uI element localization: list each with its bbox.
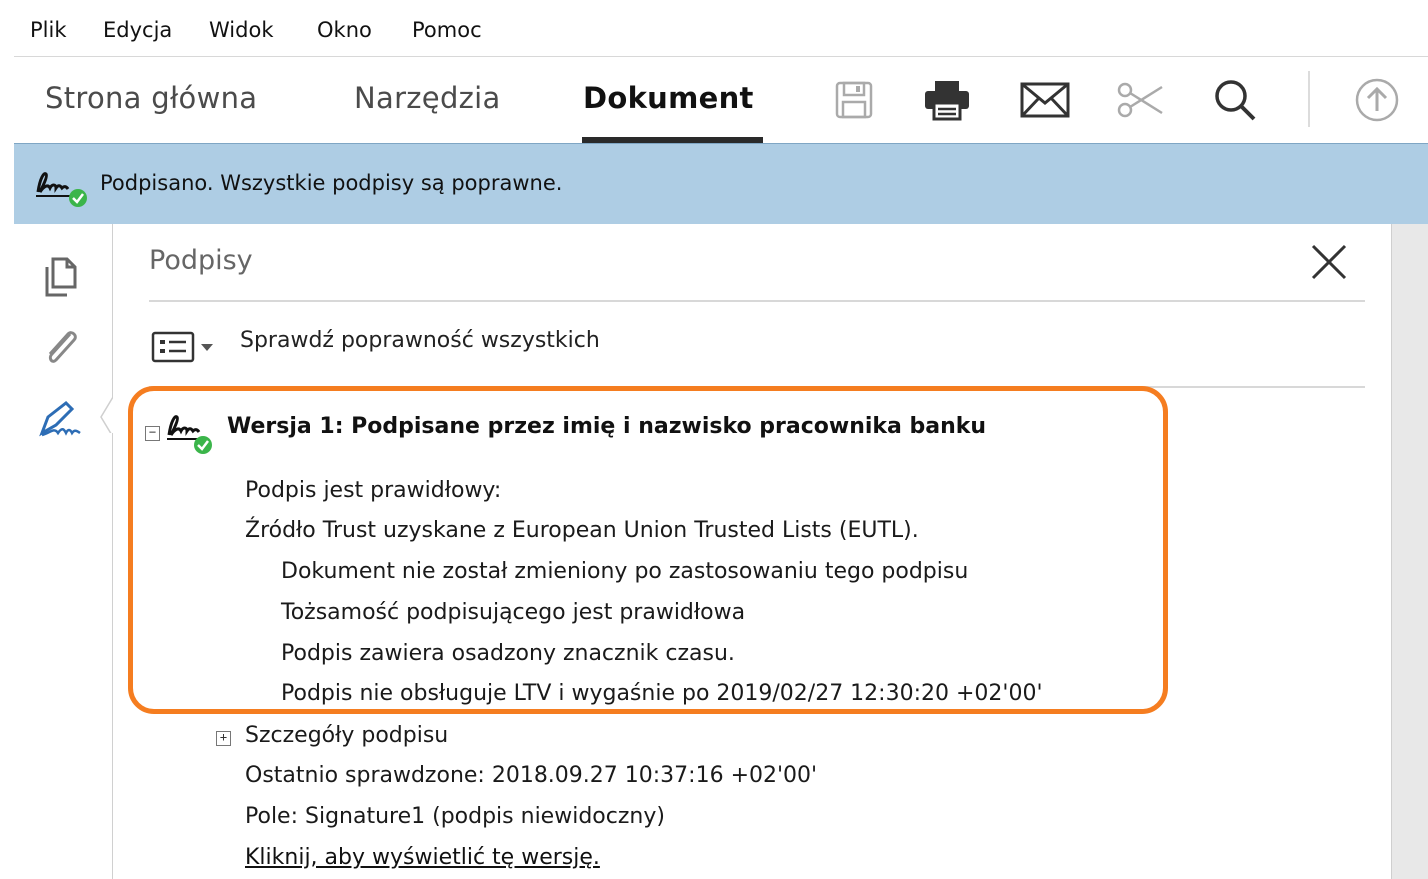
options-list-icon — [151, 331, 213, 363]
tab-document[interactable]: Dokument — [583, 81, 754, 115]
mail-icon[interactable] — [1020, 75, 1070, 125]
menu-help[interactable]: Pomoc — [412, 18, 482, 42]
menu-edit[interactable]: Edycja — [103, 18, 172, 42]
options-menu-button[interactable] — [151, 328, 223, 366]
signer-identity-line: Tożsamość podpisującego jest prawidłowa — [281, 600, 746, 625]
panel-title: Podpisy — [149, 245, 253, 276]
trust-source-line: Źródło Trust uzyskane z European Union T… — [245, 518, 919, 543]
print-icon[interactable] — [922, 75, 972, 125]
ltv-expiry-line: Podpis nie obsługuje LTV i wygaśnie po 2… — [281, 681, 1043, 706]
signature-panel-icon[interactable] — [36, 394, 86, 444]
collapse-version-toggle[interactable]: − — [145, 426, 160, 441]
close-icon[interactable] — [1309, 242, 1349, 282]
vertical-scrollbar[interactable] — [1391, 224, 1428, 879]
upload-icon[interactable] — [1352, 75, 1402, 125]
menu-window[interactable]: Okno — [317, 18, 372, 42]
timestamp-line: Podpis zawiera osadzony znacznik czasu. — [281, 641, 735, 666]
signature-status-banner: Podpisano. Wszystkie podpisy są poprawne… — [14, 143, 1428, 225]
tab-home[interactable]: Strona główna — [45, 81, 257, 115]
main-toolbar: Strona główna Narzędzia Dokument — [14, 57, 1428, 143]
expand-details-toggle[interactable]: + — [216, 731, 231, 746]
last-checked-line: Ostatnio sprawdzone: 2018.09.27 10:37:16… — [245, 763, 818, 788]
view-version-link[interactable]: Kliknij, aby wyświetlić tę wersję. — [245, 845, 600, 870]
version-title[interactable]: Wersja 1: Podpisane przez imię i nazwisk… — [227, 414, 986, 439]
left-navigation-rail — [14, 224, 113, 879]
save-icon[interactable] — [829, 75, 879, 125]
menu-bar: Plik Edycja Widok Okno Pomoc — [14, 0, 1428, 56]
document-unchanged-line: Dokument nie został zmieniony po zastoso… — [281, 559, 969, 584]
signed-check-icon — [32, 162, 88, 208]
validate-all-button[interactable]: Sprawdź poprawność wszystkich — [240, 328, 600, 353]
scissors-icon[interactable] — [1115, 75, 1165, 125]
menu-view[interactable]: Widok — [209, 18, 273, 42]
version-signed-icon — [163, 405, 221, 455]
panel-divider — [149, 300, 1365, 302]
search-icon[interactable] — [1210, 75, 1260, 125]
signature-status-line: Podpis jest prawidłowy: — [245, 478, 502, 503]
pages-icon[interactable] — [36, 252, 86, 302]
window-left-edge — [0, 0, 15, 879]
banner-message: Podpisano. Wszystkie podpisy są poprawne… — [100, 171, 563, 195]
menu-file[interactable]: Plik — [30, 18, 67, 42]
toolbar-separator — [1308, 71, 1310, 127]
field-line: Pole: Signature1 (podpis niewidoczny) — [245, 804, 665, 829]
tab-tools[interactable]: Narzędzia — [354, 81, 501, 115]
attachment-icon[interactable] — [36, 322, 86, 372]
signature-details-label[interactable]: Szczegóły podpisu — [245, 723, 448, 748]
